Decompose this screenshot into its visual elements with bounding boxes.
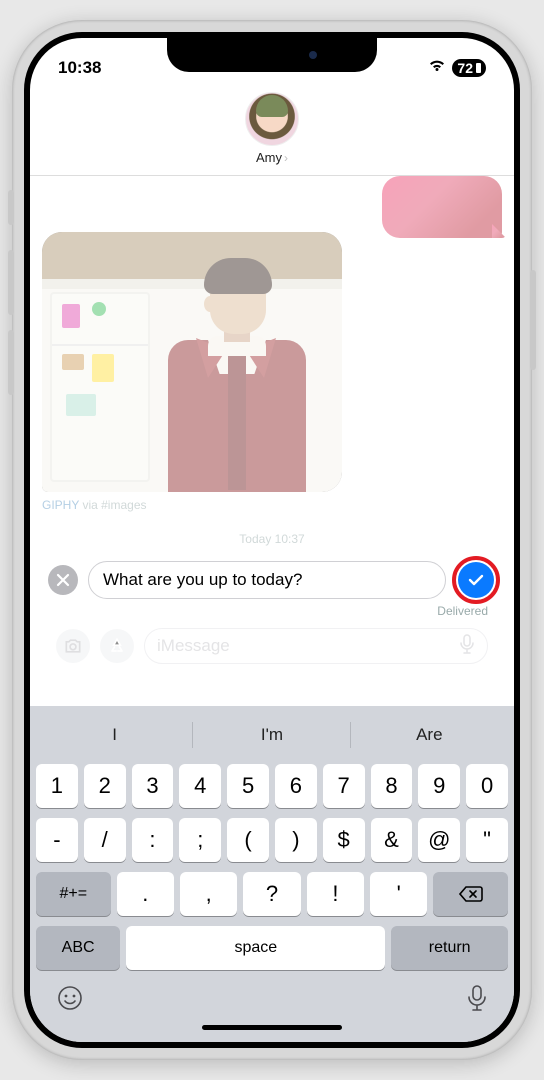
dictate-button[interactable] bbox=[466, 984, 488, 1017]
mute-switch bbox=[8, 190, 14, 225]
compose-placeholder: iMessage bbox=[157, 636, 230, 656]
phone-frame: 10:38 72 Amy› bbox=[12, 20, 532, 1060]
key-3[interactable]: 3 bbox=[132, 764, 174, 808]
key-period[interactable]: . bbox=[117, 872, 174, 916]
wifi-icon bbox=[428, 58, 446, 78]
cancel-edit-button[interactable] bbox=[48, 565, 78, 595]
timestamp: Today 10:37 bbox=[42, 532, 502, 546]
compose-row: iMessage bbox=[42, 618, 502, 674]
key-amp[interactable]: & bbox=[371, 818, 413, 862]
camera-button[interactable] bbox=[56, 629, 90, 663]
key-2[interactable]: 2 bbox=[84, 764, 126, 808]
gif-caption: GIPHY via #images bbox=[42, 498, 502, 512]
status-time: 10:38 bbox=[58, 58, 101, 78]
key-apos[interactable]: ' bbox=[370, 872, 427, 916]
key-backspace[interactable] bbox=[433, 872, 508, 916]
battery-indicator: 72 bbox=[452, 59, 486, 77]
key-exclaim[interactable]: ! bbox=[307, 872, 364, 916]
key-dollar[interactable]: $ bbox=[323, 818, 365, 862]
key-colon[interactable]: : bbox=[132, 818, 174, 862]
key-dash[interactable]: - bbox=[36, 818, 78, 862]
dictate-icon[interactable] bbox=[459, 634, 475, 659]
sent-image-bubble[interactable] bbox=[382, 176, 502, 238]
suggestion-bar: I I'm Are bbox=[36, 714, 508, 756]
key-9[interactable]: 9 bbox=[418, 764, 460, 808]
key-1[interactable]: 1 bbox=[36, 764, 78, 808]
suggestion-3[interactable]: Are bbox=[351, 714, 508, 756]
key-row-2: - / : ; ( ) $ & @ " bbox=[36, 818, 508, 862]
key-symbols[interactable]: #+= bbox=[36, 872, 111, 916]
key-comma[interactable]: , bbox=[180, 872, 237, 916]
power-button bbox=[530, 270, 536, 370]
key-row-4: ABC space return bbox=[36, 926, 508, 970]
key-question[interactable]: ? bbox=[243, 872, 300, 916]
key-rparen[interactable]: ) bbox=[275, 818, 317, 862]
confirm-edit-button[interactable] bbox=[458, 562, 494, 598]
chat-header[interactable]: Amy› bbox=[30, 88, 514, 176]
key-row-3: #+= . , ? ! ' bbox=[36, 872, 508, 916]
confirm-edit-highlight bbox=[456, 560, 496, 600]
received-gif-bubble[interactable] bbox=[42, 232, 342, 492]
key-return[interactable]: return bbox=[391, 926, 508, 970]
message-edit-row: What are you up to today? bbox=[42, 560, 502, 600]
suggestion-2[interactable]: I'm bbox=[193, 714, 350, 756]
contact-avatar[interactable] bbox=[245, 92, 299, 146]
home-indicator[interactable] bbox=[202, 1025, 342, 1030]
key-semicolon[interactable]: ; bbox=[179, 818, 221, 862]
compose-input[interactable]: iMessage bbox=[144, 628, 488, 664]
contact-name[interactable]: Amy› bbox=[256, 150, 288, 165]
edit-message-input[interactable]: What are you up to today? bbox=[88, 561, 446, 599]
volume-down bbox=[8, 330, 14, 395]
delivered-label: Delivered bbox=[42, 604, 502, 618]
app-store-button[interactable] bbox=[100, 629, 134, 663]
chevron-right-icon: › bbox=[284, 151, 288, 165]
key-at[interactable]: @ bbox=[418, 818, 460, 862]
suggestion-1[interactable]: I bbox=[36, 714, 193, 756]
emoji-button[interactable] bbox=[56, 984, 84, 1017]
key-slash[interactable]: / bbox=[84, 818, 126, 862]
key-row-1: 1 2 3 4 5 6 7 8 9 0 bbox=[36, 764, 508, 808]
key-lparen[interactable]: ( bbox=[227, 818, 269, 862]
key-5[interactable]: 5 bbox=[227, 764, 269, 808]
key-8[interactable]: 8 bbox=[371, 764, 413, 808]
notch bbox=[167, 38, 377, 72]
key-7[interactable]: 7 bbox=[323, 764, 365, 808]
key-6[interactable]: 6 bbox=[275, 764, 317, 808]
key-abc[interactable]: ABC bbox=[36, 926, 120, 970]
key-quote[interactable]: " bbox=[466, 818, 508, 862]
volume-up bbox=[8, 250, 14, 315]
key-0[interactable]: 0 bbox=[466, 764, 508, 808]
key-space[interactable]: space bbox=[126, 926, 385, 970]
keyboard: I I'm Are 1 2 3 4 5 6 7 8 9 0 - / : ; bbox=[30, 706, 514, 1042]
key-4[interactable]: 4 bbox=[179, 764, 221, 808]
chat-area: GIPHY via #images Today 10:37 What are y… bbox=[30, 176, 514, 706]
